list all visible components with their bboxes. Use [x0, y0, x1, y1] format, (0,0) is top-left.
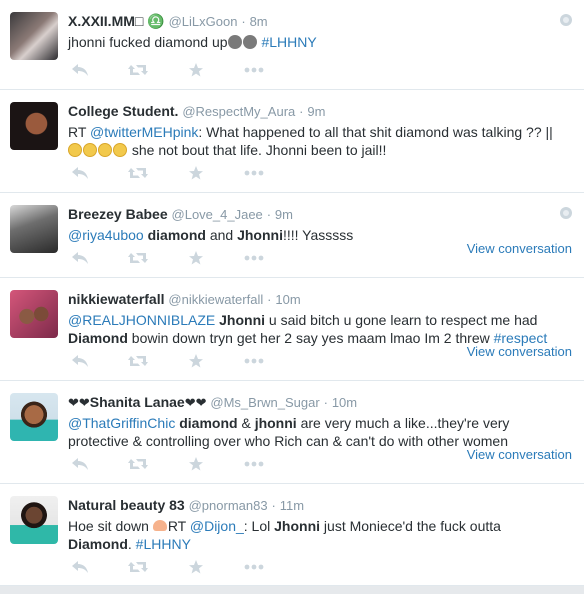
avatar[interactable] [10, 102, 58, 150]
more-icon[interactable] [242, 61, 266, 79]
user-fullname[interactable]: nikkiewaterfall [68, 291, 165, 307]
retweet-icon[interactable] [126, 558, 150, 576]
user-handle[interactable]: @RespectMy_Aura [182, 104, 295, 119]
reply-icon[interactable] [68, 352, 92, 370]
tweet-header: College Student. @RespectMy_Aura · 9m [68, 103, 326, 119]
tweet[interactable]: ❤❤Shanita Lanae❤❤ @Ms_Brwn_Sugar · 10m @… [0, 381, 584, 484]
laughing-emoji [113, 143, 127, 157]
avatar[interactable] [10, 12, 58, 60]
reply-icon[interactable] [68, 455, 92, 473]
tweet-actions [68, 249, 300, 267]
tweet-header: nikkiewaterfall @nikkiewaterfall · 10m [68, 291, 301, 307]
tweet-text: @ThatGriffinChic diamond & jhonni are ve… [68, 415, 510, 449]
skull-emoji [227, 35, 242, 49]
retweet-icon[interactable] [126, 455, 150, 473]
more-icon[interactable] [242, 455, 266, 473]
heart-icon: ❤❤ [184, 395, 207, 410]
tweet-timestamp[interactable]: 8m [250, 14, 268, 29]
reply-icon[interactable] [68, 61, 92, 79]
mention-link[interactable]: @REALJHONNIBLAZE [68, 312, 215, 328]
favorite-icon[interactable] [184, 455, 208, 473]
mention-link[interactable]: @riya4uboo [68, 227, 144, 243]
user-handle[interactable]: @nikkiewaterfall [168, 292, 263, 307]
laughing-emoji [68, 143, 82, 157]
hashtag-link[interactable]: #LHHNY [136, 536, 191, 552]
favorite-icon[interactable] [184, 61, 208, 79]
tweet-text: jhonni fucked diamond up #LHHNY [68, 34, 317, 50]
tweet-timestamp[interactable]: 9m [307, 104, 325, 119]
mention-link[interactable]: @Dijon_ [190, 518, 244, 534]
user-fullname[interactable]: Natural beauty 83 [68, 497, 185, 513]
tweet-header: ❤❤Shanita Lanae❤❤ @Ms_Brwn_Sugar · 10m [68, 394, 358, 410]
tweet[interactable]: Natural beauty 83 @pnorman83 · 11m Hoe s… [0, 484, 584, 586]
user-handle[interactable]: @Love_4_Jaee [172, 207, 263, 222]
tweet-actions [68, 558, 300, 576]
favorite-icon[interactable] [184, 558, 208, 576]
tweet-actions [68, 164, 300, 182]
tweet-actions [68, 352, 300, 370]
peach-emoji [152, 520, 167, 531]
user-handle[interactable]: @Ms_Brwn_Sugar [210, 395, 319, 410]
more-icon[interactable] [242, 558, 266, 576]
tweet-text: @REALJHONNIBLAZE Jhonni u said bitch u g… [68, 312, 548, 346]
tweet-actions [68, 61, 300, 79]
laughing-emoji [83, 143, 97, 157]
avatar[interactable] [10, 290, 58, 338]
favorite-icon[interactable] [184, 249, 208, 267]
tweet[interactable]: Breezey Babee @Love_4_Jaee · 9m @riya4ub… [0, 193, 584, 278]
user-fullname[interactable]: Breezey Babee [68, 206, 168, 222]
tweet-text: Hoe sit down RT @Dijon_: Lol Jhonni just… [68, 518, 501, 552]
avatar[interactable] [10, 205, 58, 253]
reply-icon[interactable] [68, 558, 92, 576]
more-icon[interactable] [242, 352, 266, 370]
tweet-actions [68, 455, 300, 473]
view-conversation-link[interactable]: View conversation [467, 241, 572, 256]
tweet-timestamp[interactable]: 11m [280, 498, 304, 513]
retweet-icon[interactable] [126, 164, 150, 182]
user-fullname[interactable]: Shanita Lanae [90, 394, 185, 410]
user-fullname[interactable]: X.XXII.MM□ ♎ [68, 13, 165, 29]
reply-icon[interactable] [68, 164, 92, 182]
laughing-emoji [98, 143, 112, 157]
tweet[interactable]: nikkiewaterfall @nikkiewaterfall · 10m @… [0, 278, 584, 381]
user-handle[interactable]: @LiLxGoon [169, 14, 238, 29]
mention-link[interactable]: @ThatGriffinChic [68, 415, 175, 431]
tweet-timestamp[interactable]: 10m [332, 395, 357, 410]
view-conversation-link[interactable]: View conversation [467, 344, 572, 359]
more-icon[interactable] [242, 249, 266, 267]
tweet[interactable]: X.XXII.MM□ ♎ @LiLxGoon · 8m jhonni fucke… [0, 0, 584, 90]
retweet-icon[interactable] [126, 352, 150, 370]
heart-icon: ❤❤ [68, 395, 90, 410]
retweet-icon[interactable] [126, 249, 150, 267]
tweet-header: X.XXII.MM□ ♎ @LiLxGoon · 8m [68, 13, 268, 29]
user-handle[interactable]: @pnorman83 [189, 498, 268, 513]
user-fullname[interactable]: College Student. [68, 103, 178, 119]
skull-emoji [242, 35, 257, 49]
tweet[interactable]: College Student. @RespectMy_Aura · 9m RT… [0, 90, 584, 193]
hashtag-link[interactable]: #LHHNY [261, 34, 316, 50]
more-icon[interactable] [242, 164, 266, 182]
favorite-icon[interactable] [184, 164, 208, 182]
tweet-timestamp[interactable]: 10m [275, 292, 300, 307]
tweet-header: Breezey Babee @Love_4_Jaee · 9m [68, 206, 293, 222]
tweet-header: Natural beauty 83 @pnorman83 · 11m [68, 497, 305, 513]
view-conversation-link[interactable]: View conversation [467, 447, 572, 462]
avatar[interactable] [10, 393, 58, 441]
mention-link[interactable]: @twitterMEHpink [90, 124, 198, 140]
tweet-text: RT @twitterMEHpink: What happened to all… [68, 124, 553, 158]
tweet-timestamp[interactable]: 9m [275, 207, 293, 222]
reply-icon[interactable] [68, 249, 92, 267]
avatar[interactable] [10, 496, 58, 544]
favorite-icon[interactable] [184, 352, 208, 370]
retweet-icon[interactable] [126, 61, 150, 79]
tweet-feed: X.XXII.MM□ ♎ @LiLxGoon · 8m jhonni fucke… [0, 0, 584, 586]
